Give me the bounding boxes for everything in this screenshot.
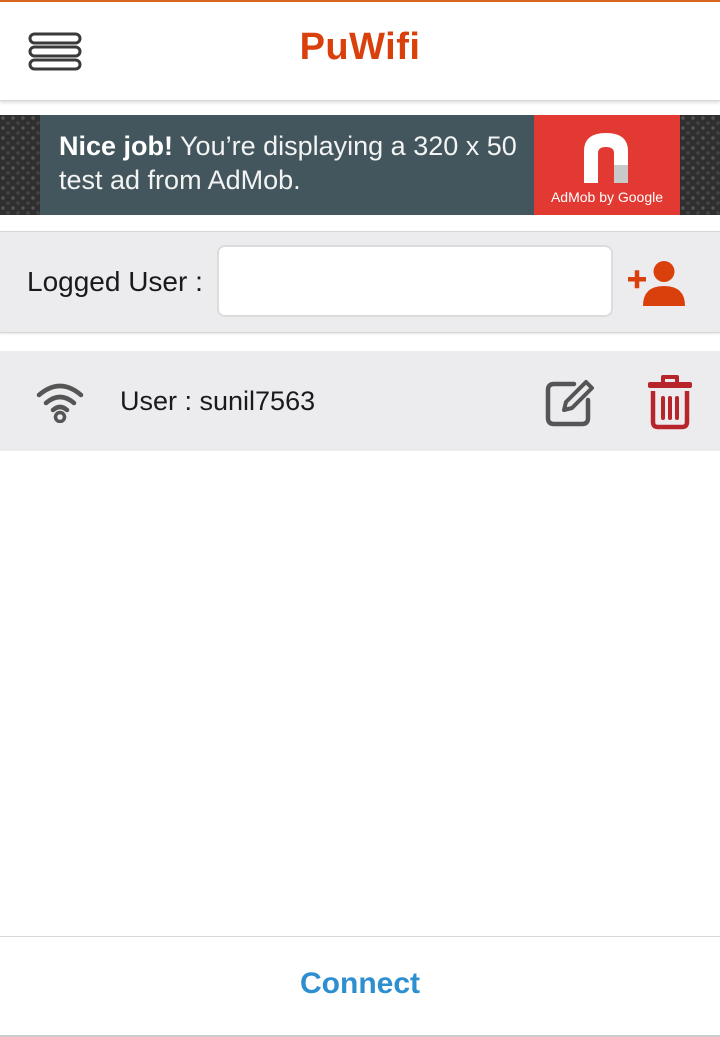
app-screen: PuWifi Nice job! You’re displaying a 320… <box>0 0 720 1037</box>
logged-user-input[interactable] <box>217 245 613 317</box>
logged-user-label: Logged User : <box>27 266 203 297</box>
add-user-button[interactable] <box>626 260 686 308</box>
wifi-icon <box>36 383 84 423</box>
ad-content[interactable]: Nice job! You’re displaying a 320 x 50 t… <box>40 115 534 215</box>
delete-user-button[interactable] <box>646 374 694 430</box>
ad-banner[interactable]: Nice job! You’re displaying a 320 x 50 t… <box>0 115 720 215</box>
app-title: PuWifi <box>299 26 421 68</box>
user-list-item[interactable] <box>0 351 720 451</box>
edit-icon <box>545 380 594 427</box>
bottom-bar: Connect <box>0 936 720 1037</box>
ad-bold-text: Nice job! <box>59 131 174 161</box>
ad-logo-box[interactable]: AdMob by Google <box>534 115 680 215</box>
admob-logo-icon <box>584 133 628 183</box>
logged-user-bar: Logged User : <box>0 231 720 333</box>
connect-button[interactable]: Connect <box>0 967 720 1001</box>
user-label: User : sunil7563 <box>120 386 316 416</box>
add-user-icon <box>628 261 685 306</box>
ad-text: Nice job! You’re displaying a 320 x 50 t… <box>59 129 529 197</box>
app-header: PuWifi <box>0 2 720 101</box>
ad-logo-caption: AdMob by Google <box>550 189 664 205</box>
trash-icon <box>648 375 692 430</box>
edit-user-button[interactable] <box>544 376 596 428</box>
